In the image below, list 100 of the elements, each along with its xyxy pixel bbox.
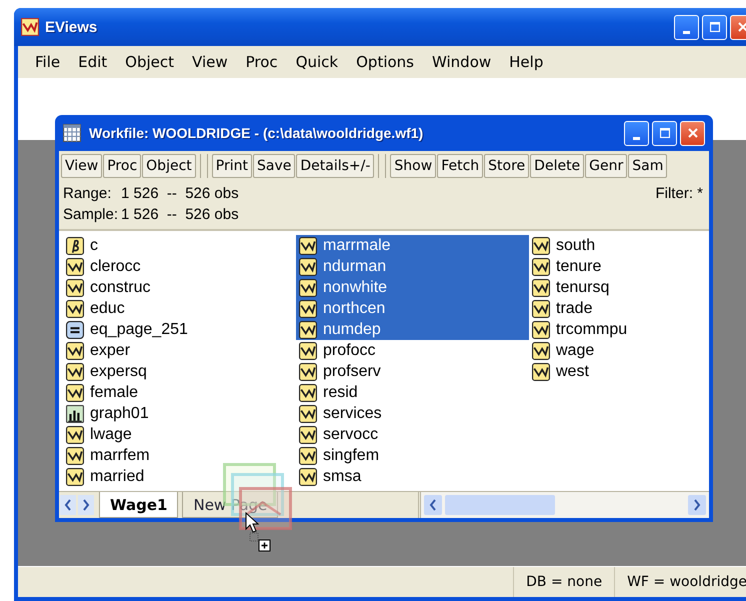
object-item[interactable]: profserv: [296, 361, 384, 382]
object-item[interactable]: female: [63, 382, 142, 403]
menu-item[interactable]: View: [183, 53, 237, 71]
close-icon: [688, 128, 698, 138]
series-icon: [532, 300, 550, 318]
object-item[interactable]: married: [63, 466, 148, 487]
object-item[interactable]: trade: [529, 298, 596, 319]
minimize-button[interactable]: [674, 14, 699, 40]
object-item[interactable]: south: [529, 235, 598, 256]
object-item[interactable]: marrmale: [296, 235, 529, 256]
range-value: 1 526 -- 526 obs: [121, 185, 240, 202]
minimize-icon: [633, 136, 640, 140]
series-icon: [66, 300, 84, 318]
object-item[interactable]: tenure: [529, 256, 604, 277]
series-icon: [299, 342, 317, 360]
toolbar-button[interactable]: Print: [212, 154, 252, 178]
minimize-icon: [683, 30, 690, 34]
menu-item[interactable]: Quick: [286, 53, 348, 71]
object-item[interactable]: resid: [296, 382, 361, 403]
toolbar-button[interactable]: Sam: [628, 154, 668, 178]
object-item[interactable]: west: [529, 361, 592, 382]
series-icon: [532, 342, 550, 360]
maximize-button[interactable]: [702, 14, 727, 40]
series-icon: [66, 468, 84, 486]
object-item[interactable]: c: [63, 235, 101, 256]
page-tab[interactable]: Wage1: [99, 492, 178, 518]
toolbar-button[interactable]: Genr: [585, 154, 628, 178]
toolbar-button[interactable]: Proc: [103, 154, 142, 178]
object-item[interactable]: exper: [63, 340, 134, 361]
toolbar-grip: [200, 154, 208, 178]
object-item[interactable]: servocc: [296, 424, 382, 445]
maximize-icon: [710, 22, 720, 32]
object-item[interactable]: services: [296, 403, 385, 424]
series-icon: [299, 236, 317, 254]
toolbar-button[interactable]: Show: [390, 154, 436, 178]
maximize-button[interactable]: [652, 120, 677, 146]
menu-item[interactable]: Object: [116, 53, 184, 71]
series-icon: [532, 278, 550, 296]
object-item[interactable]: singfem: [296, 445, 382, 466]
object-item[interactable]: ndurman: [296, 256, 529, 277]
series-icon: [299, 446, 317, 464]
object-item[interactable]: wage: [529, 340, 598, 361]
maximize-icon: [660, 128, 670, 138]
series-icon: [299, 384, 317, 402]
series-icon: [66, 342, 84, 360]
toolbar-button[interactable]: Save: [252, 154, 296, 178]
object-item[interactable]: graph01: [63, 403, 152, 424]
object-item[interactable]: trcommpu: [529, 319, 630, 340]
object-item[interactable]: educ: [63, 298, 128, 319]
minimize-button[interactable]: [624, 120, 649, 146]
series-icon: [66, 258, 84, 276]
object-item[interactable]: construc: [63, 277, 154, 298]
menu-item[interactable]: Help: [500, 53, 552, 71]
horizontal-scrollbar[interactable]: [421, 492, 709, 518]
menu-item[interactable]: Edit: [69, 53, 116, 71]
menu-item[interactable]: File: [26, 53, 70, 71]
graph-icon: [66, 404, 84, 422]
series-icon: [532, 236, 550, 254]
object-item[interactable]: smsa: [296, 466, 364, 487]
table-icon: [63, 124, 81, 142]
menu-item[interactable]: Window: [423, 53, 500, 71]
close-icon: [738, 22, 746, 32]
series-icon: [299, 278, 317, 296]
app-icon: [21, 18, 39, 36]
series-icon: [66, 446, 84, 464]
window-title: Workfile: WOOLDRIDGE - (c:\data\wooldridge.wf1): [89, 125, 424, 141]
object-item[interactable]: eq_page_251: [63, 319, 191, 340]
toolbar-grip: [378, 154, 386, 178]
toolbar-button[interactable]: Object: [142, 154, 196, 178]
object-item[interactable]: tenursq: [529, 277, 612, 298]
series-icon: [299, 362, 317, 380]
object-item[interactable]: numdep: [296, 319, 529, 340]
series-icon: [299, 404, 317, 422]
object-item[interactable]: northcen: [296, 298, 529, 319]
object-item[interactable]: expersq: [63, 361, 150, 382]
object-item[interactable]: marrfem: [63, 445, 153, 466]
toolbar-button[interactable]: Details+/-: [296, 154, 374, 178]
toolbar-button[interactable]: Fetch: [437, 154, 484, 178]
tab-right-button[interactable]: [78, 495, 94, 515]
object-item[interactable]: nonwhite: [296, 277, 529, 298]
close-button[interactable]: [680, 120, 705, 146]
series-icon: [299, 300, 317, 318]
beta-icon: [66, 236, 84, 254]
series-icon: [66, 278, 84, 296]
toolbar-button[interactable]: Delete: [530, 154, 584, 178]
object-item[interactable]: clerocc: [63, 256, 144, 277]
menu-item[interactable]: Proc: [236, 53, 287, 71]
toolbar-button[interactable]: Store: [484, 154, 530, 178]
toolbar-button[interactable]: View: [61, 154, 102, 178]
window-title: EViews: [45, 18, 98, 36]
series-icon: [532, 320, 550, 338]
menu-item[interactable]: Options: [347, 53, 423, 71]
series-icon: [299, 468, 317, 486]
tab-left-button[interactable]: [60, 495, 76, 515]
object-item[interactable]: profocc: [296, 340, 378, 361]
range-label: Range:: [63, 185, 112, 202]
series-icon: [299, 320, 317, 338]
equation-icon: [66, 320, 84, 338]
series-icon: [66, 426, 84, 444]
object-item[interactable]: lwage: [63, 424, 135, 445]
